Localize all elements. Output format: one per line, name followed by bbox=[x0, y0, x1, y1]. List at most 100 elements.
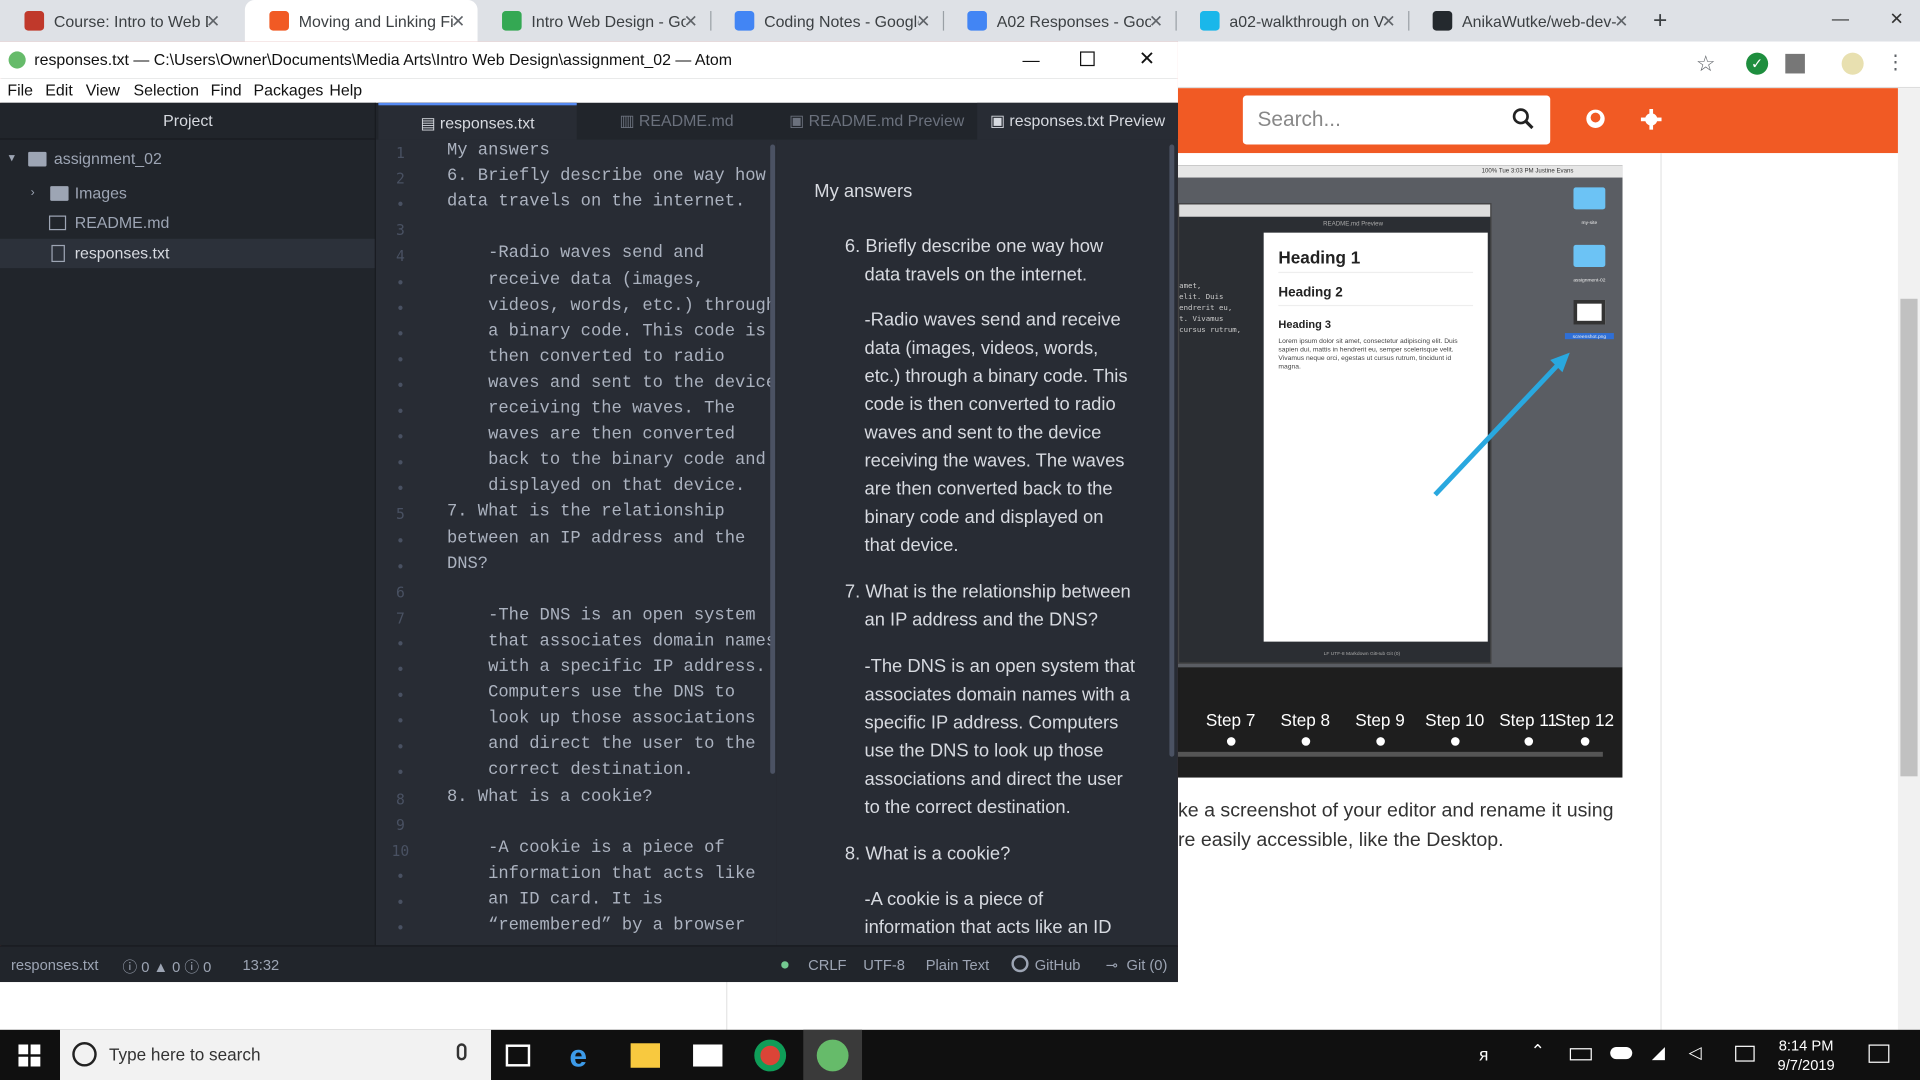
browser-tab[interactable]: Intro Web Design - Go ✕ bbox=[478, 0, 711, 42]
settings-gear-icon[interactable] bbox=[1640, 108, 1662, 130]
close-icon[interactable]: ✕ bbox=[1139, 42, 1155, 79]
close-tab-icon[interactable]: ✕ bbox=[206, 11, 220, 32]
maximize-icon[interactable] bbox=[1080, 51, 1095, 67]
preview-answer-7: -The DNS is an open system that associat… bbox=[864, 656, 1136, 818]
md-heading-2: Heading 2 bbox=[1278, 285, 1474, 307]
browser-tab[interactable]: Course: Intro to Web D ✕ bbox=[0, 0, 233, 42]
menu-selection[interactable]: Selection bbox=[133, 81, 198, 99]
menu-bar: File Edit View Selection Find Packages H… bbox=[0, 78, 1178, 103]
video-progress-track[interactable] bbox=[1177, 751, 1603, 757]
code-line: and direct the user to the bbox=[446, 735, 756, 755]
minimize-button[interactable]: — bbox=[1812, 0, 1868, 37]
chevron-up-icon[interactable]: ⌃ bbox=[1531, 1041, 1545, 1062]
more-menu-icon[interactable]: ⋮ bbox=[1886, 50, 1906, 74]
edge-icon[interactable]: e bbox=[569, 1040, 601, 1072]
github-icon[interactable] bbox=[1586, 109, 1606, 129]
line-number: 3 bbox=[395, 221, 405, 240]
tab-responses-preview[interactable]: ▣ responses.txt Preview bbox=[977, 102, 1178, 140]
close-tab-icon[interactable]: ✕ bbox=[1614, 11, 1628, 32]
browser-tab[interactable]: Coding Notes - Google ✕ bbox=[710, 0, 943, 42]
action-center-icon[interactable] bbox=[1868, 1044, 1890, 1063]
browser-tab[interactable]: Moving and Linking Fil ✕ bbox=[244, 0, 478, 42]
step-9[interactable]: Step 9 bbox=[1343, 710, 1416, 746]
status-diagnostics[interactable]: ⓘ 0 ▲ 0 ⓘ 0 bbox=[122, 956, 211, 977]
tree-file-responses[interactable]: responses.txt bbox=[0, 238, 376, 269]
bookmark-star-icon[interactable]: ☆ bbox=[1696, 51, 1716, 77]
browser-tab[interactable]: A02 Responses - Goog ✕ bbox=[943, 0, 1176, 42]
minimize-icon[interactable]: — bbox=[1022, 42, 1039, 79]
close-tab-icon[interactable]: ✕ bbox=[451, 11, 465, 32]
step-8[interactable]: Step 8 bbox=[1269, 710, 1342, 746]
file-explorer-icon[interactable] bbox=[630, 1043, 661, 1068]
step-7[interactable]: Step 7 bbox=[1194, 710, 1267, 746]
project-panel-title[interactable]: Project bbox=[0, 102, 376, 140]
task-view-icon[interactable] bbox=[505, 1044, 531, 1067]
windows-start-icon[interactable] bbox=[18, 1044, 41, 1067]
close-tab-icon[interactable]: ✕ bbox=[1149, 11, 1163, 32]
status-git[interactable]: Git (0) bbox=[1127, 956, 1168, 973]
extension-icon[interactable] bbox=[1785, 53, 1805, 74]
chrome-icon[interactable] bbox=[754, 1039, 787, 1072]
tree-folder-images[interactable]: › Images bbox=[0, 179, 376, 208]
new-tab-button[interactable]: + bbox=[1638, 0, 1667, 42]
scrollbar-thumb[interactable] bbox=[1900, 298, 1918, 777]
close-tab-icon[interactable]: ✕ bbox=[916, 11, 930, 32]
wifi-icon[interactable]: ◢ bbox=[1652, 1042, 1665, 1063]
search-placeholder: Search... bbox=[1257, 107, 1341, 132]
search-icon[interactable] bbox=[1512, 108, 1534, 130]
menu-find[interactable]: Find bbox=[211, 81, 242, 99]
site-search-input[interactable]: Search... bbox=[1242, 95, 1551, 145]
line-number: • bbox=[395, 661, 405, 679]
editor-tab-bar: ▤ responses.txt ▥ README.md ▣ README.md … bbox=[375, 102, 1178, 140]
taskbar-search-input[interactable]: Type here to search bbox=[60, 1029, 492, 1080]
onedrive-icon[interactable] bbox=[1610, 1046, 1633, 1060]
status-line-ending[interactable]: CRLF bbox=[808, 956, 846, 973]
status-github[interactable]: GitHub bbox=[1035, 956, 1081, 973]
status-cursor-position[interactable]: 13:32 bbox=[242, 956, 279, 973]
line-number: • bbox=[395, 196, 405, 214]
code-line: My answers bbox=[446, 140, 550, 161]
close-tab-icon[interactable]: ✕ bbox=[1382, 11, 1396, 32]
status-grammar[interactable]: Plain Text bbox=[926, 956, 989, 973]
taskbar-clock[interactable]: 8:14 PM 9/7/2019 bbox=[1763, 1036, 1849, 1075]
browser-tab[interactable]: a02-walkthrough on Vi ✕ bbox=[1176, 0, 1409, 42]
preview-scrollbar[interactable] bbox=[1169, 144, 1175, 757]
status-encoding[interactable]: UTF-8 bbox=[863, 956, 905, 973]
atom-title-bar: responses.txt — C:\Users\Owner\Documents… bbox=[0, 41, 1178, 79]
menu-view[interactable]: View bbox=[86, 81, 120, 99]
menu-file[interactable]: File bbox=[7, 81, 33, 99]
atom-app-icon[interactable] bbox=[816, 1039, 849, 1072]
line-number: • bbox=[395, 532, 405, 550]
extension-check-icon[interactable]: ✓ bbox=[1746, 52, 1769, 75]
tab-readme-preview[interactable]: ▣ README.md Preview bbox=[776, 103, 977, 140]
people-icon[interactable]: ᴙ bbox=[1479, 1044, 1488, 1064]
folder-icon bbox=[1573, 244, 1606, 267]
volume-icon[interactable]: ◁ bbox=[1689, 1042, 1702, 1063]
tab-responses[interactable]: ▤ responses.txt bbox=[378, 102, 577, 140]
browser-tab[interactable]: AnikaWutke/web-dev- ✕ bbox=[1408, 0, 1641, 42]
line-number: • bbox=[395, 377, 405, 395]
step-10[interactable]: Step 10 bbox=[1418, 710, 1491, 746]
line-number: 7 bbox=[395, 609, 405, 627]
tree-folder-root[interactable]: ▾ assignment_02 bbox=[0, 144, 376, 173]
code-line: correct destination. bbox=[446, 760, 694, 781]
code-line: receive data (images, bbox=[446, 270, 705, 290]
step-timeline[interactable]: Step 7 Step 8 Step 9 Step 10 Step 11 Ste… bbox=[1178, 698, 1622, 771]
menu-help[interactable]: Help bbox=[329, 81, 362, 99]
menu-edit[interactable]: Edit bbox=[45, 81, 72, 99]
markdown-icon: ▣ bbox=[789, 111, 809, 130]
code-line: data travels on the internet. bbox=[446, 192, 746, 213]
close-tab-icon[interactable]: ✕ bbox=[684, 11, 698, 32]
editor-scrollbar[interactable] bbox=[770, 144, 776, 774]
close-browser-button[interactable]: ✕ bbox=[1869, 0, 1920, 37]
tree-file-readme[interactable]: README.md bbox=[0, 208, 376, 237]
battery-icon[interactable] bbox=[1569, 1048, 1592, 1061]
step-12[interactable]: Step 12 bbox=[1548, 710, 1621, 746]
mail-icon[interactable] bbox=[693, 1044, 723, 1067]
menu-packages[interactable]: Packages bbox=[253, 81, 323, 99]
tab-readme[interactable]: ▥ README.md bbox=[577, 103, 777, 140]
status-file[interactable]: responses.txt bbox=[11, 956, 98, 973]
microphone-icon[interactable] bbox=[456, 1043, 467, 1061]
profile-avatar[interactable] bbox=[1841, 52, 1864, 75]
keyboard-icon[interactable] bbox=[1735, 1045, 1755, 1062]
